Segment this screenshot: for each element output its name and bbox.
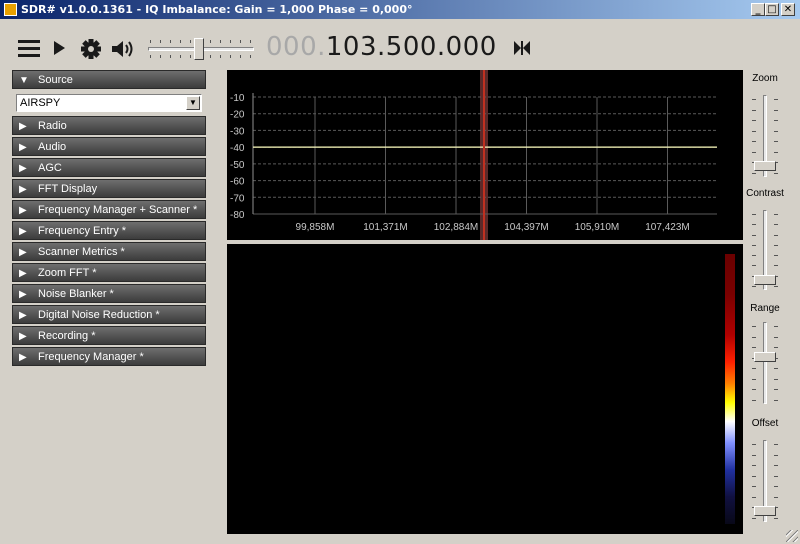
x-tick-label: 105,910M [575,222,619,233]
expand-arrow-icon: ▶ [19,310,27,321]
source-device-value: AIRSPY [20,97,61,109]
x-tick-label: 99,858M [296,222,335,233]
panel-header-label: Zoom FFT * [38,267,97,279]
spectrum-analyzer[interactable]: -10 -20 -30 -40 -50 -60 -70 -80 99,858M 101,371M 1… [227,70,743,240]
expand-arrow-icon: ▶ [19,352,27,363]
waterfall-display[interactable] [227,244,743,534]
expand-arrow-icon: ▶ [19,226,27,237]
frequency-display[interactable]: 000.103.500.000 [266,32,497,62]
panel-header-scanner-metrics[interactable]: ▶ Scanner Metrics * [12,242,206,261]
expand-arrow-icon: ▶ [19,247,27,258]
offset-slider[interactable] [750,440,780,522]
gear-icon[interactable] [80,38,102,60]
tune-icon[interactable] [513,40,531,56]
panel-header-digital-noise-reduction[interactable]: ▶ Digital Noise Reduction * [12,305,206,324]
panel-header-frequency-entry[interactable]: ▶ Frequency Entry * [12,221,206,240]
x-tick-label: 107,423M [645,222,689,233]
title-bar[interactable]: SDR# v1.0.0.1361 - IQ Imbalance: Gain = … [0,0,800,19]
panel-header-label: Recording * [38,330,96,342]
panel-header-label: AGC [38,162,62,174]
x-tick-label: 104,397M [504,222,548,233]
window-title: SDR# v1.0.0.1361 - IQ Imbalance: Gain = … [21,3,413,16]
y-tick-label: -70 [230,193,245,204]
expand-arrow-icon: ▶ [19,331,27,342]
panel-header-zoom-fft[interactable]: ▶ Zoom FFT * [12,263,206,282]
source-device-select[interactable]: AIRSPY ▼ [16,94,202,112]
expand-arrow-icon: ▶ [19,268,27,279]
volume-slider-thumb[interactable] [194,38,205,60]
slider-thumb[interactable] [754,161,776,172]
panel-header-radio[interactable]: ▶ Radio [12,116,206,135]
panel-header-label: Noise Blanker * [38,288,114,300]
play-icon[interactable] [54,41,65,55]
panel-header-label: Source [38,74,73,86]
panel-header-source[interactable]: ▼ Source [12,70,206,89]
panel-header-fft-display[interactable]: ▶ FFT Display [12,179,206,198]
zoom-slider[interactable] [750,95,780,177]
panel-header-label: Frequency Manager + Scanner * [38,204,198,216]
speaker-icon[interactable] [110,38,136,60]
panel-header-label: Audio [38,141,67,153]
volume-slider[interactable] [146,34,256,64]
plugin-panel-list: ▼ Source AIRSPY ▼ ▶ Radio ▶ Audio ▶ AGC ▶ FFT D… [12,70,206,368]
panel-header-label: Radio [38,120,67,132]
panel-header-recording[interactable]: ▶ Recording * [12,326,206,345]
panel-header-frequency-manager-scanner[interactable]: ▶ Frequency Manager + Scanner * [12,200,206,219]
expand-arrow-icon: ▶ [19,163,27,174]
range-slider[interactable] [750,322,780,404]
contrast-label: Contrast [746,188,784,199]
y-tick-label: -10 [230,93,245,104]
panel-header-noise-blanker[interactable]: ▶ Noise Blanker * [12,284,206,303]
zoom-label: Zoom [752,73,778,84]
x-tick-label: 101,371M [363,222,407,233]
expand-arrow-icon: ▶ [19,184,27,195]
expand-arrow-icon: ▶ [19,205,27,216]
slider-thumb[interactable] [754,274,776,285]
minimize-button[interactable]: _ [751,3,765,16]
contrast-slider[interactable] [750,210,780,290]
maximize-button[interactable]: □ [765,3,779,16]
panel-header-label: Scanner Metrics * [38,246,125,258]
y-tick-label: -40 [230,143,245,154]
expand-arrow-icon: ▶ [19,289,27,300]
panel-header-audio[interactable]: ▶ Audio [12,137,206,156]
panel-header-label: Digital Noise Reduction * [38,309,160,321]
dropdown-arrow-icon[interactable]: ▼ [186,96,200,110]
frequency-value[interactable]: 103.500.000 [326,32,497,62]
panel-header-agc[interactable]: ▶ AGC [12,158,206,177]
waterfall-color-bar [725,254,735,524]
y-tick-label: -50 [230,160,245,171]
spectrum-plot[interactable]: -10 -20 -30 -40 -50 -60 -70 -80 99,858M 101,371M 1… [227,70,743,240]
close-button[interactable]: ✕ [781,3,795,16]
expand-arrow-icon: ▶ [19,142,27,153]
frequency-prefix: 000. [266,32,326,62]
app-icon [4,3,17,16]
resize-grip-icon[interactable] [786,530,798,542]
menu-icon[interactable] [18,40,40,58]
panel-header-label: FFT Display [38,183,98,195]
y-tick-label: -60 [230,177,245,188]
expand-arrow-icon: ▶ [19,121,27,132]
panel-header-frequency-manager[interactable]: ▶ Frequency Manager * [12,347,206,366]
y-tick-label: -80 [230,210,245,221]
slider-thumb[interactable] [754,352,776,363]
range-label: Range [750,303,780,314]
panel-header-label: Frequency Entry * [38,225,127,237]
offset-label: Offset [751,418,779,429]
y-tick-label: -20 [230,110,245,121]
x-tick-label: 102,884M [434,222,478,233]
panel-header-label: Frequency Manager * [38,351,144,363]
collapse-arrow-icon: ▼ [19,75,29,86]
y-tick-label: -30 [230,126,245,137]
slider-thumb[interactable] [754,506,776,517]
